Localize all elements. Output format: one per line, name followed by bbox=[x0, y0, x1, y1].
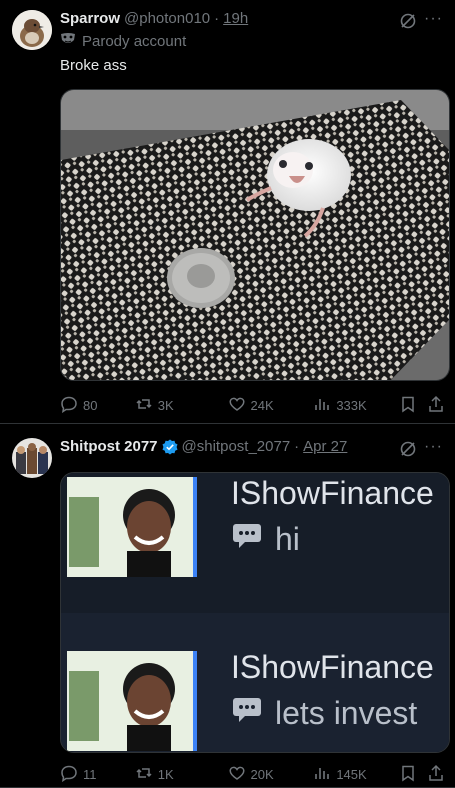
user-handle[interactable]: @photon010 bbox=[124, 10, 210, 27]
like-button[interactable]: 24K bbox=[228, 395, 314, 416]
tweet-1[interactable]: Sparrow @photon010 · 19h Parody account … bbox=[0, 0, 455, 424]
bookmark-icon bbox=[399, 764, 417, 785]
accent-bar bbox=[193, 477, 197, 577]
share-button[interactable] bbox=[427, 764, 445, 785]
chat-avatar bbox=[67, 477, 193, 577]
verified-badge-icon bbox=[162, 439, 178, 455]
parody-text: Parody account bbox=[82, 32, 187, 50]
reply-button[interactable]: 11 bbox=[60, 764, 135, 785]
bookmark-button[interactable] bbox=[399, 764, 427, 785]
timestamp[interactable]: Apr 27 bbox=[303, 438, 347, 455]
tweet-image[interactable] bbox=[60, 89, 450, 381]
tweet-actions: 80 3K 24K 333K bbox=[60, 395, 445, 416]
tweet-video[interactable]: IShowFinance hi IShowFinance lets invest bbox=[60, 472, 450, 753]
chat-username: IShowFinance bbox=[231, 475, 434, 511]
display-name[interactable]: Sparrow bbox=[60, 10, 120, 27]
chat-bubble-icon bbox=[231, 695, 263, 732]
views-count: 333K bbox=[336, 398, 367, 413]
more-options-button[interactable]: ··· bbox=[424, 10, 443, 28]
grok-icon[interactable] bbox=[399, 440, 417, 458]
like-button[interactable]: 20K bbox=[228, 764, 314, 785]
bookmark-button[interactable] bbox=[399, 395, 427, 416]
repost-button[interactable]: 1K bbox=[135, 764, 228, 785]
reply-icon bbox=[60, 764, 78, 785]
heart-icon bbox=[228, 764, 246, 785]
views-button[interactable]: 145K bbox=[313, 764, 399, 785]
reply-icon bbox=[60, 395, 78, 416]
grok-icon[interactable] bbox=[399, 12, 417, 30]
reply-count: 80 bbox=[83, 398, 98, 413]
chat-username: IShowFinance bbox=[231, 649, 434, 685]
share-icon bbox=[427, 764, 445, 785]
separator-dot: · bbox=[294, 438, 300, 455]
separator-dot: · bbox=[214, 10, 220, 27]
repost-count: 3K bbox=[157, 398, 174, 413]
timestamp[interactable]: 19h bbox=[223, 10, 248, 27]
tweet-2[interactable]: Shitpost 2077 @shitpost_2077 · Apr 27 ··… bbox=[0, 424, 455, 788]
tweet-text: Broke ass bbox=[60, 57, 127, 74]
chat-avatar bbox=[67, 651, 193, 751]
bookmark-icon bbox=[399, 395, 417, 416]
parody-label: Parody account bbox=[60, 32, 186, 50]
avatar[interactable] bbox=[12, 438, 52, 478]
tweet-header: Sparrow @photon010 · 19h bbox=[60, 10, 248, 27]
chat-message-text: lets invest bbox=[275, 695, 418, 731]
chat-message-text: hi bbox=[275, 521, 300, 557]
mask-icon bbox=[60, 32, 76, 50]
views-icon bbox=[313, 764, 331, 785]
chat-bubble-icon bbox=[231, 521, 263, 558]
display-name[interactable]: Shitpost 2077 bbox=[60, 438, 158, 455]
views-icon bbox=[313, 395, 331, 416]
repost-button[interactable]: 3K bbox=[135, 395, 228, 416]
avatar[interactable] bbox=[12, 10, 52, 50]
views-count: 145K bbox=[336, 767, 367, 782]
user-handle[interactable]: @shitpost_2077 bbox=[182, 438, 291, 455]
repost-icon bbox=[135, 764, 153, 785]
chat-row-2: IShowFinance lets invest bbox=[61, 613, 449, 752]
reply-count: 11 bbox=[83, 767, 97, 782]
accent-bar bbox=[193, 651, 197, 751]
heart-icon bbox=[228, 395, 246, 416]
chat-message: hi bbox=[231, 521, 300, 558]
tweet-header: Shitpost 2077 @shitpost_2077 · Apr 27 bbox=[60, 438, 347, 455]
reply-button[interactable]: 80 bbox=[60, 395, 135, 416]
chat-row-1: IShowFinance hi bbox=[61, 473, 449, 613]
more-options-button[interactable]: ··· bbox=[424, 438, 443, 456]
share-icon bbox=[427, 395, 445, 416]
repost-count: 1K bbox=[157, 767, 174, 782]
like-count: 20K bbox=[250, 767, 274, 782]
like-count: 24K bbox=[250, 398, 274, 413]
tweet-actions: 11 1K 20K 145K bbox=[60, 764, 445, 785]
views-button[interactable]: 333K bbox=[313, 395, 399, 416]
share-button[interactable] bbox=[427, 395, 445, 416]
chat-message: lets invest bbox=[231, 695, 417, 732]
repost-icon bbox=[135, 395, 153, 416]
